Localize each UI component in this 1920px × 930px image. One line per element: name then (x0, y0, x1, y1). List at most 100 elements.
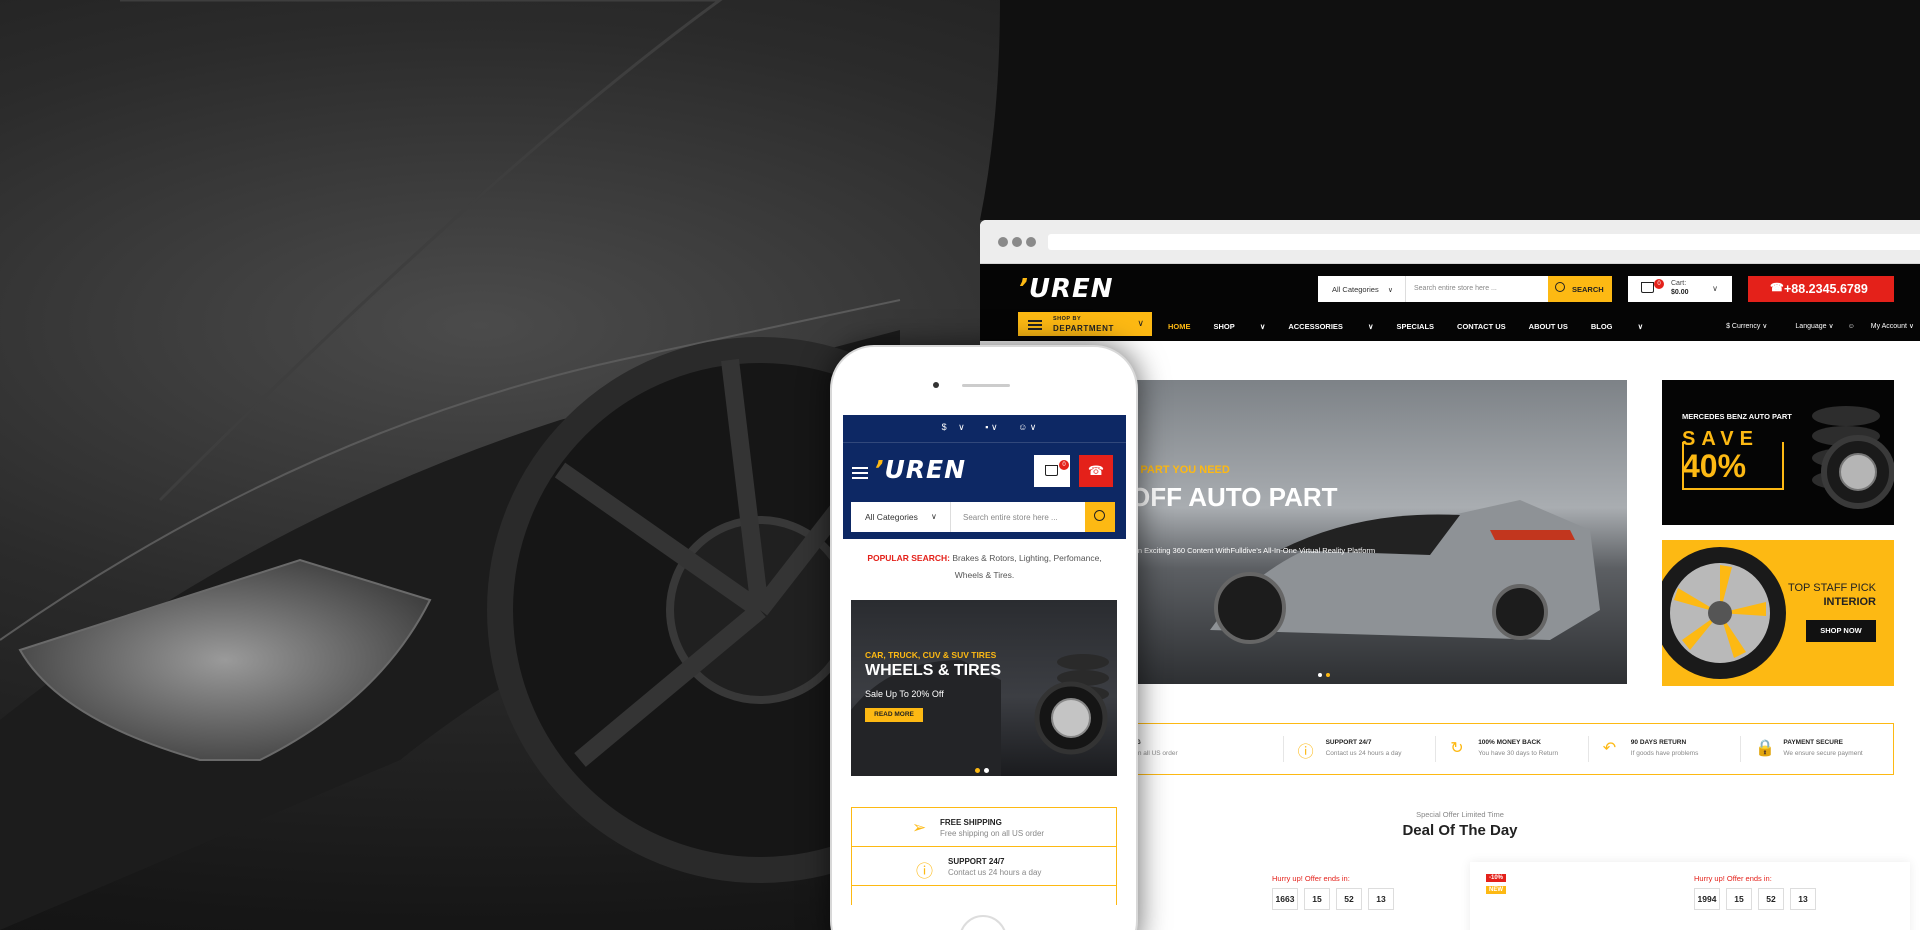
sports-car-image (1210, 500, 1600, 644)
nav-item-shop[interactable]: SHOP ∨ (1214, 322, 1266, 331)
promo-banner-interior[interactable]: TOP STAFF PICK INTERIOR SHOP NOW (1662, 540, 1894, 686)
deal-hurry-text: Hurry up! Offer ends in: (1694, 874, 1772, 883)
promo-banner-mercedes[interactable]: MERCEDES BENZ AUTO PART SAVE 40% (1662, 380, 1894, 525)
search-button[interactable] (1085, 502, 1115, 532)
site-logo[interactable]: ’UREN (874, 455, 966, 484)
slider-dot[interactable] (984, 768, 989, 773)
slider-dots (975, 760, 993, 776)
deal-hurry-text: Hurry up! Offer ends in: (1272, 874, 1350, 883)
chevron-down-icon: ∨ (1712, 284, 1718, 293)
cart-button[interactable]: 0 Cart: $0.00 ∨ (1628, 276, 1732, 302)
search-input[interactable]: Search entire store here ... (963, 513, 1058, 522)
shop-now-button[interactable]: SHOP NOW (1806, 620, 1876, 642)
refresh-icon: ↻ (1450, 740, 1464, 757)
nav-item-home[interactable]: HOME (1168, 322, 1191, 331)
site-header: ’UREN All Categories ∨ Search entire sto… (980, 264, 1920, 341)
phone-mockup: $ ∨ ▪ ∨ ☺ ∨ ’UREN 0 ☎ All Categories ∨ S… (830, 345, 1138, 930)
language-select[interactable]: Language ∨ (1781, 322, 1833, 330)
slider-title: OFF AUTO PART (1130, 482, 1338, 512)
site-logo[interactable]: ’UREN (1018, 274, 1114, 304)
popular-search-links[interactable]: Brakes & Rotors, Lighting, Perfomance, W… (952, 553, 1101, 580)
countdown: 1994 15 52 13 (1694, 888, 1822, 910)
feature-item: ⓘ SUPPORT 24/7 Contact us 24 hours a day (851, 846, 1117, 886)
cart-icon (1045, 465, 1058, 476)
window-dot-icon[interactable] (1012, 237, 1022, 247)
window-dot-icon[interactable] (1026, 237, 1036, 247)
call-button[interactable]: ☎ (1079, 455, 1113, 487)
window-dot-icon[interactable] (998, 237, 1008, 247)
utility-menu: $ Currency ∨ Language ∨ ☺ My Account ∨ (1698, 322, 1914, 330)
currency-select[interactable]: $ ∨ (933, 422, 965, 432)
mobile-search-area: All Categories ∨ Search entire store her… (843, 501, 1126, 539)
lock-icon: 🔒 (1755, 740, 1776, 757)
read-more-button[interactable]: READ MORE (865, 708, 923, 722)
slider-subtitle: E PART YOU NEED (1130, 464, 1230, 476)
mobile-hero-slider[interactable]: CAR, TRUCK, CUV & SUV TIRES WHEELS & TIR… (851, 600, 1117, 776)
slider-dot-active[interactable] (975, 768, 980, 773)
new-badge: NEW (1486, 886, 1506, 894)
banner-title: MERCEDES BENZ AUTO PART (1682, 412, 1792, 421)
menu-icon[interactable] (852, 467, 868, 469)
feature-item: ⓘ SUPPORT 24/7 Contact us 24 hours a day (1284, 736, 1437, 762)
address-bar[interactable] (1048, 234, 1920, 250)
support-icon: ⓘ (1297, 744, 1314, 761)
home-button[interactable] (959, 915, 1007, 930)
shop-by-department-button[interactable]: SHOP BY DEPARTMENT ∨ (1018, 312, 1152, 336)
slider-description: e in Exciting 360 Content WithFulldive's… (1130, 546, 1376, 555)
feature-item: 🔒 PAYMENT SECURE We ensure secure paymen… (1755, 739, 1863, 757)
currency-select[interactable]: $ Currency ∨ (1712, 322, 1767, 330)
slider-sale-text: Sale Up To 20% Off (865, 689, 944, 699)
mobile-screen: $ ∨ ▪ ∨ ☺ ∨ ’UREN 0 ☎ All Categories ∨ S… (843, 415, 1126, 905)
feature-item: ↶ 90 DAYS RETURN If goods have problems (1589, 736, 1742, 762)
menu-icon (1028, 320, 1042, 322)
cart-count-badge: 0 (1059, 460, 1069, 470)
mobile-utility-menu: $ ∨ ▪ ∨ ☺ ∨ (843, 422, 1126, 433)
popular-search-label: POPULAR SEARCH: (867, 553, 950, 563)
search-icon (1555, 282, 1565, 292)
logo-mark: ’ (1018, 274, 1029, 304)
hero-slider[interactable]: E PART YOU NEED OFF AUTO PART e in Excit… (1130, 380, 1627, 684)
search-icon (1094, 510, 1105, 521)
features-strip: NG g in all US order ⓘ SUPPORT 24/7 Cont… (1130, 723, 1894, 775)
slider-dot[interactable] (1318, 673, 1322, 677)
car-tires-image (851, 654, 1109, 776)
my-account-menu[interactable]: ☺ My Account ∨ (1848, 322, 1914, 330)
logo-mark: ’ (874, 455, 885, 484)
browser-toolbar (980, 220, 1920, 264)
feature-item: ↻ 100% MONEY BACK You have 30 days to Re… (1436, 736, 1589, 762)
slider-title: WHEELS & TIRES (865, 662, 1002, 679)
support-icon: ⓘ (916, 862, 933, 881)
nav-item-about-us[interactable]: ABOUT US (1529, 322, 1568, 331)
nav-item-blog[interactable]: BLOG ∨ (1591, 322, 1643, 331)
nav-item-accessories[interactable]: ACCESSORIES ∨ (1288, 322, 1373, 331)
nav-item-specials[interactable]: SPECIALS (1397, 322, 1435, 331)
category-select[interactable]: All Categories ∨ (1318, 276, 1406, 302)
discount-badge: -10% (1486, 874, 1507, 882)
chevron-down-icon: ∨ (1137, 318, 1144, 328)
search-bar: All Categories ∨ Search entire store her… (851, 502, 1115, 532)
countdown: 1663 15 52 13 (1272, 888, 1400, 910)
deal-product-card[interactable]: -10% NEW Hurry up! Offer ends in: 1994 1… (1470, 862, 1910, 930)
feature-item: NG g in all US order (1131, 736, 1284, 762)
nav-item-contact-us[interactable]: CONTACT US (1457, 322, 1506, 331)
cart-count-badge: 0 (1654, 279, 1664, 289)
language-select[interactable]: ▪ ∨ (985, 422, 997, 432)
search-button[interactable]: SEARCH (1548, 276, 1612, 302)
banner-subtitle: INTERIOR (1823, 596, 1876, 608)
divider (843, 442, 1126, 443)
phone-icon: ☎ (1087, 463, 1105, 478)
search-bar: All Categories ∨ Search entire store her… (1318, 276, 1612, 302)
rim-image (1662, 547, 1786, 679)
cart-icon (1641, 282, 1654, 293)
camera (933, 382, 939, 388)
phone-button[interactable]: ☎ +88.2345.6789 (1748, 276, 1894, 302)
cart-button[interactable]: 0 (1034, 455, 1070, 487)
banner-percent: 40% (1682, 448, 1747, 484)
slider-dot-active[interactable] (1326, 673, 1330, 677)
speaker (962, 384, 1010, 387)
account-menu[interactable]: ☺ ∨ (1018, 422, 1036, 432)
search-input[interactable]: Search entire store here ... (1414, 285, 1497, 292)
send-icon: ➢ (912, 818, 927, 837)
chevron-down-icon: ∨ (931, 512, 937, 521)
slider-subtitle: CAR, TRUCK, CUV & SUV TIRES (865, 650, 997, 660)
